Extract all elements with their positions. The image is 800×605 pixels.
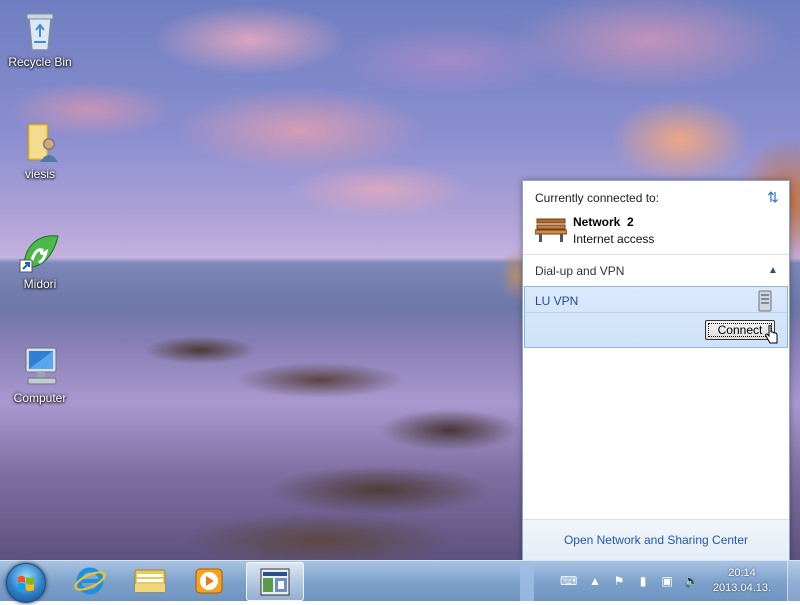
- network-status: Internet access: [573, 232, 655, 246]
- recycle-bin-icon: [18, 8, 62, 52]
- collapse-chevron-up-icon[interactable]: ▲: [767, 264, 779, 278]
- hand-cursor-icon: [765, 324, 779, 345]
- dialup-vpn-group-header[interactable]: Dial-up and VPN: [535, 264, 624, 278]
- vpn-item-lu-vpn[interactable]: LU VPN Connect: [524, 286, 788, 348]
- taskbar-internet-explorer[interactable]: [62, 562, 118, 599]
- taskbar-control-panel[interactable]: [246, 562, 304, 601]
- desktop-icon-label: Midori: [23, 277, 57, 291]
- wallpaper-rocks: [120, 310, 540, 560]
- show-desktop-button[interactable]: [787, 561, 800, 601]
- taskbar-media-player[interactable]: [182, 562, 238, 599]
- taskbar-spacer: [520, 561, 534, 601]
- desktop-icon-user-folder[interactable]: viesis: [0, 120, 80, 181]
- vpn-item-separator: [525, 312, 787, 313]
- windows-logo-icon: [18, 576, 34, 591]
- midori-browser-icon: [18, 230, 62, 274]
- refresh-icon[interactable]: ⇅: [765, 189, 781, 205]
- user-folder-icon: [18, 120, 62, 164]
- desktop-icon-label: Recycle Bin: [8, 55, 72, 69]
- taskbar-file-explorer[interactable]: [122, 562, 178, 599]
- network-bench-icon: [534, 215, 568, 243]
- desktop-icon-label: Computer: [13, 391, 67, 405]
- vpn-name: LU VPN: [535, 294, 579, 308]
- desktop-icon-computer[interactable]: Computer: [0, 344, 80, 405]
- file-explorer-icon: [134, 569, 166, 593]
- desktop-icon-recycle-bin[interactable]: Recycle Bin: [0, 8, 80, 69]
- desktop-icon-label: viesis: [24, 167, 55, 181]
- flyout-footer: Open Network and Sharing Center: [523, 519, 789, 561]
- server-icon: [757, 290, 773, 312]
- taskbar: ⌨ ▲ ⚑ ▮ ▣ 🔈 20:14 2013.04.13.: [0, 560, 800, 603]
- flyout-title: Currently connected to:: [535, 191, 660, 205]
- tray-clock[interactable]: 20:14 2013.04.13.: [712, 566, 772, 596]
- keyboard-icon[interactable]: ⌨: [560, 574, 577, 588]
- computer-icon: [18, 344, 62, 388]
- desktop-icon-midori[interactable]: Midori: [0, 230, 80, 291]
- show-hidden-icons-icon[interactable]: ▲: [588, 574, 602, 588]
- open-network-sharing-center-link[interactable]: Open Network and Sharing Center: [523, 533, 789, 547]
- clock-time: 20:14: [728, 567, 756, 579]
- network-flyout: Currently connected to: ⇅ Network 2 Inte…: [522, 180, 790, 561]
- start-button[interactable]: [6, 563, 46, 603]
- divider: [523, 254, 789, 255]
- control-panel-icon: [260, 568, 290, 596]
- media-player-icon: [195, 568, 223, 594]
- power-icon[interactable]: ▮: [636, 574, 650, 588]
- action-center-flag-icon[interactable]: ⚑: [612, 574, 626, 588]
- network-icon[interactable]: ▣: [660, 574, 674, 588]
- internet-explorer-icon: [74, 567, 106, 595]
- clock-date: 2013.04.13.: [712, 582, 772, 594]
- network-name: Network 2: [573, 215, 634, 229]
- volume-icon[interactable]: 🔈: [684, 574, 699, 588]
